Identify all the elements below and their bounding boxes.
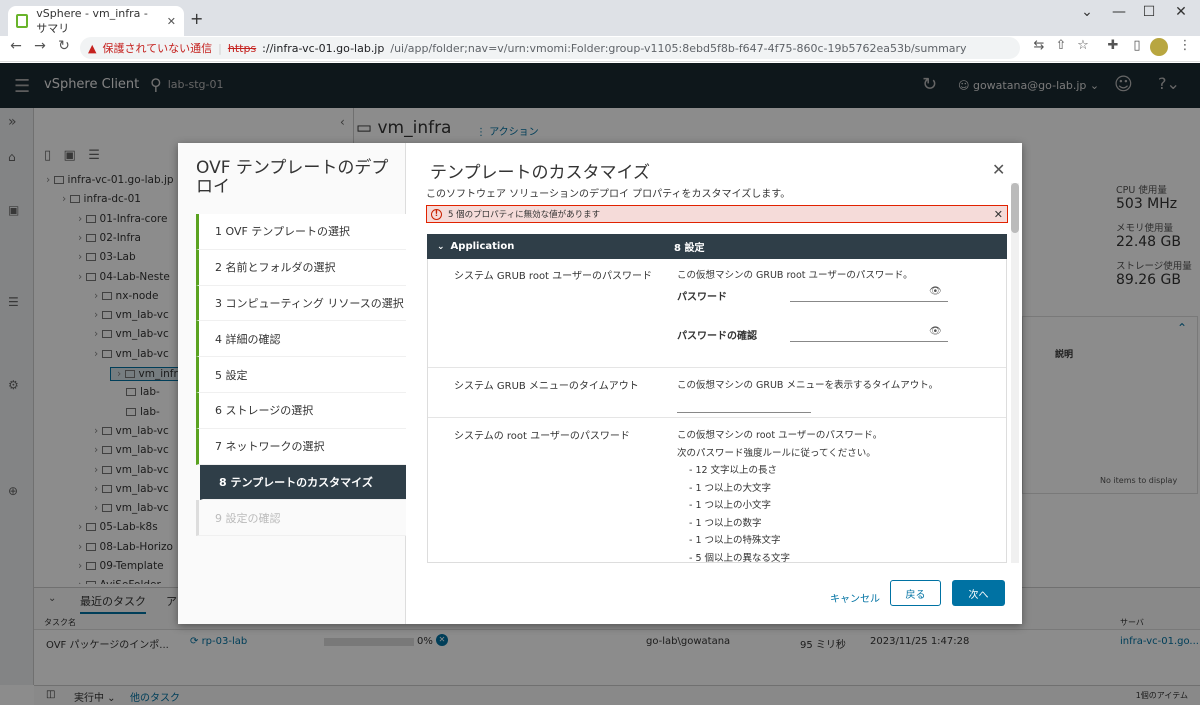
tab-title: vSphere - vm_infra - サマリ (36, 6, 148, 35)
group-count: 8 設定 (674, 243, 705, 254)
wizard-title: OVF テンプレートのデプロイ (196, 158, 389, 197)
property-list: システム GRUB root ユーザーのパスワード この仮想マシンの GRUB … (427, 259, 1007, 563)
root-pw-desc-line: 次のパスワード強度ルールに従ってください。 (677, 447, 876, 459)
wizard-step-9: 9 設定の確認 (196, 500, 406, 537)
browser-tab[interactable]: vSphere - vm_infra - サマリ ✕ (8, 6, 184, 36)
property-label: システム GRUB root ユーザーのパスワード (454, 271, 652, 282)
browser-menu-icon[interactable]: ⋮ (1176, 38, 1194, 53)
next-button[interactable]: 次へ (952, 580, 1005, 606)
url-path: /ui/app/folder;nav=v/urn:vmomi:Folder:gr… (390, 41, 967, 55)
wizard-step-4[interactable]: 4 詳細の確認 (196, 321, 406, 358)
wizard-step-1[interactable]: 1 OVF テンプレートの選択 (196, 214, 406, 250)
property-label: システムの root ユーザーのパスワード (454, 431, 630, 442)
forward-icon[interactable]: → (30, 38, 50, 54)
wizard-step-7[interactable]: 7 ネットワークの選択 (196, 428, 406, 465)
translate-icon[interactable]: ⇆ (1030, 38, 1048, 53)
property-group-header[interactable]: ⌄ Application 8 設定 (427, 234, 1007, 259)
wizard-step-list: 1 OVF テンプレートの選択 2 名前とフォルダの選択 3 コンピューティング リ… (196, 214, 406, 537)
close-tab-icon[interactable]: ✕ (167, 15, 176, 28)
vsphere-favicon-icon (16, 14, 29, 28)
eye-icon[interactable]: 👁 (929, 286, 942, 297)
wizard-step-8[interactable]: 8 テンプレートのカスタマイズ (200, 464, 406, 501)
chevron-down-icon: ⌄ (437, 241, 445, 252)
password-rule: - 5 個以上の異なる文字 (689, 552, 791, 563)
error-icon: ! (431, 208, 442, 220)
tab-search-icon[interactable]: ⌄ (1072, 4, 1102, 20)
url-host: ://infra-vc-01.go-lab.jp (262, 41, 385, 55)
password-rule: - 1 つ以上の数字 (689, 517, 762, 529)
new-tab-icon[interactable]: + (190, 9, 203, 28)
minimize-icon[interactable]: — (1104, 4, 1134, 20)
wizard-step-6[interactable]: 6 ストレージの選択 (196, 392, 406, 429)
wizard-step-5[interactable]: 5 設定 (196, 357, 406, 393)
password-rule: - 1 つ以上の大文字 (689, 482, 772, 494)
url-field[interactable]: ▲ 保護されていない通信 | https://infra-vc-01.go-la… (80, 37, 1020, 59)
property-root-password: システムの root ユーザーのパスワード この仮想マシンの root ユーザー… (428, 419, 1006, 563)
share-icon[interactable]: ⇧ (1052, 38, 1070, 53)
property-grub-password: システム GRUB root ユーザーのパスワード この仮想マシンの GRUB … (428, 259, 1006, 368)
property-description: この仮想マシンの root ユーザーのパスワード。 次のパスワード強度ルールに従… (677, 427, 883, 563)
alert-text: 5 個のプロパティに無効な値があります (448, 210, 601, 220)
password-rules: - 12 文字以上の長さ - 1 つ以上の大文字 - 1 つ以上の小文字 - 1 つ以… (677, 462, 882, 563)
back-icon[interactable]: ← (6, 38, 26, 54)
deploy-ovf-wizard: OVF テンプレートのデプロイ 1 OVF テンプレートの選択 2 名前とフォルダ… (178, 143, 1022, 624)
extensions-icon[interactable]: ✚ (1104, 38, 1122, 53)
profile-avatar[interactable] (1150, 38, 1168, 56)
dismiss-alert-icon[interactable]: ✕ (994, 208, 1003, 221)
property-description: この仮想マシンの GRUB メニューを表示するタイムアウト。 (677, 380, 939, 391)
scrollbar-thumb[interactable] (1011, 183, 1019, 233)
password-confirm-input[interactable] (790, 341, 948, 342)
error-alert: ! 5 個のプロパティに無効な値があります ✕ (426, 205, 1008, 223)
eye-icon[interactable]: 👁 (929, 326, 942, 337)
password-confirm-label: パスワードの確認 (677, 331, 757, 342)
wizard-step-2[interactable]: 2 名前とフォルダの選択 (196, 249, 406, 286)
root-pw-desc-line: この仮想マシンの root ユーザーのパスワード。 (677, 430, 883, 441)
password-input[interactable] (790, 301, 948, 302)
warning-icon: ▲ (88, 41, 97, 55)
reload-icon[interactable]: ↻ (54, 38, 74, 54)
password-rule: - 12 文字以上の長さ (689, 465, 778, 476)
property-grub-timeout: システム GRUB メニューのタイムアウト この仮想マシンの GRUB メニュー… (428, 369, 1006, 418)
cancel-button[interactable]: キャンセル (830, 590, 880, 605)
property-label: システム GRUB メニューのタイムアウト (454, 381, 639, 392)
maximize-icon[interactable]: ☐ (1134, 4, 1164, 20)
bookmark-star-icon[interactable]: ☆ (1074, 38, 1092, 53)
side-panel-icon[interactable]: ▯ (1128, 38, 1146, 53)
group-name: Application (450, 241, 515, 252)
url-scheme: https (227, 41, 257, 55)
scrollbar-track[interactable] (1011, 183, 1019, 563)
property-description: この仮想マシンの GRUB root ユーザーのパスワード。 (677, 270, 913, 281)
password-label: パスワード (677, 292, 727, 303)
close-icon[interactable]: ✕ (992, 160, 1005, 179)
password-rule: - 1 つ以上の特殊文字 (689, 535, 781, 546)
password-rule: - 1 つ以上の小文字 (689, 500, 772, 511)
security-warning[interactable]: 保護されていない通信 (102, 40, 212, 56)
page-subtitle: このソフトウェア ソリューションのデプロイ プロパティをカスタマイズします。 (426, 189, 791, 200)
back-button[interactable]: 戻る (890, 580, 941, 606)
grub-timeout-input[interactable] (677, 412, 811, 413)
page-title: テンプレートのカスタマイズ (430, 163, 650, 183)
close-window-icon[interactable]: ✕ (1166, 4, 1196, 20)
wizard-step-3[interactable]: 3 コンピューティング リソースの選択 (196, 285, 406, 322)
